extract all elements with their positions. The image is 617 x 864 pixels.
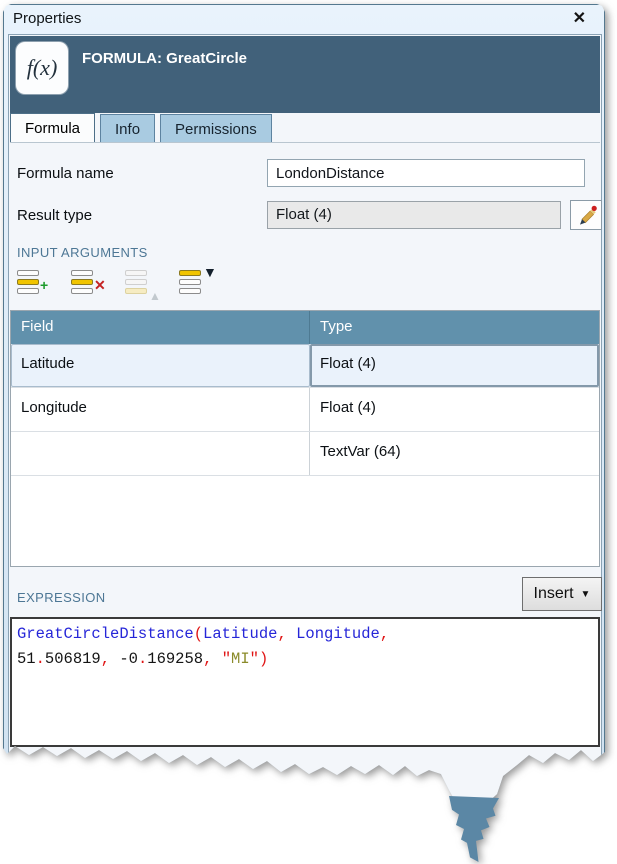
- code-token: 51: [17, 650, 36, 668]
- result-type-value: Float (4): [267, 201, 561, 229]
- field-cell[interactable]: Longitude: [11, 388, 310, 431]
- close-icon[interactable]: ✕: [573, 9, 586, 29]
- formula-name-row: Formula name: [17, 159, 595, 189]
- formula-header-title: FORMULA: GreatCircle: [82, 50, 247, 67]
- code-token: ": [250, 650, 259, 668]
- code-token: .: [138, 650, 147, 668]
- screenshot-canvas: Properties ✕ f(x) FORMULA: GreatCircle F…: [0, 0, 617, 864]
- fx-icon: f(x): [16, 42, 68, 94]
- argument-menu-icon[interactable]: ▼: [179, 267, 217, 305]
- type-cell[interactable]: Float (4): [310, 388, 599, 431]
- tab-permissions[interactable]: Permissions: [160, 114, 272, 143]
- torn-drip-shape: [449, 796, 499, 862]
- field-cell[interactable]: [11, 432, 310, 475]
- argument-toolbar: + ✕ ▲ ▼: [17, 267, 217, 307]
- content-panel: f(x) FORMULA: GreatCircle FormulaInfoPer…: [8, 34, 602, 813]
- code-token: ): [259, 650, 268, 668]
- expression-label: EXPRESSION: [17, 590, 106, 605]
- tab-underline: [10, 142, 600, 143]
- tab-info[interactable]: Info: [100, 114, 155, 143]
- code-token: 506819: [45, 650, 101, 668]
- arguments-table: Field Type LatitudeFloat (4)LongitudeFlo…: [10, 310, 600, 567]
- code-token: ": [222, 650, 231, 668]
- input-arguments-label: INPUT ARGUMENTS: [17, 245, 148, 260]
- add-argument-icon[interactable]: +: [17, 267, 55, 305]
- arguments-table-header: Field Type: [11, 311, 599, 344]
- formula-header-band: f(x) FORMULA: GreatCircle: [10, 36, 600, 113]
- move-up-icon: ▲: [125, 267, 163, 305]
- code-token: [212, 650, 221, 668]
- table-row[interactable]: TextVar (64): [11, 432, 599, 476]
- column-header-field[interactable]: Field: [11, 311, 310, 344]
- code-token: GreatCircleDistance: [17, 625, 194, 643]
- code-token: MI: [231, 650, 250, 668]
- insert-button[interactable]: Insert ▼: [522, 577, 602, 611]
- expression-header: EXPRESSION Insert ▼: [17, 575, 595, 611]
- insert-button-label: Insert: [534, 585, 574, 603]
- code-token: -0: [110, 650, 138, 668]
- code-token: ,: [203, 650, 212, 668]
- code-token: .: [36, 650, 45, 668]
- delete-argument-icon[interactable]: ✕: [71, 267, 109, 305]
- torn-edge-partial-text: ERRORS AND MESSAGES: [28, 769, 211, 788]
- result-type-row: Result type Float (4): [17, 201, 595, 231]
- type-cell[interactable]: Float (4): [310, 344, 599, 387]
- expression-editor[interactable]: GreatCircleDistance(Latitude, Longitude,…: [10, 617, 600, 747]
- code-token: (: [194, 625, 203, 643]
- code-token: 169258: [147, 650, 203, 668]
- tab-bar: FormulaInfoPermissions: [10, 113, 277, 143]
- properties-window: Properties ✕ f(x) FORMULA: GreatCircle F…: [3, 4, 605, 816]
- formula-name-label: Formula name: [17, 165, 114, 182]
- code-token: ,: [277, 625, 286, 643]
- table-row[interactable]: LatitudeFloat (4): [11, 344, 599, 388]
- table-row[interactable]: LongitudeFloat (4): [11, 388, 599, 432]
- code-token: ,: [380, 625, 389, 643]
- field-cell[interactable]: Latitude: [11, 344, 310, 387]
- formula-name-input[interactable]: [267, 159, 585, 187]
- tab-formula[interactable]: Formula: [10, 113, 95, 143]
- chevron-down-icon: ▼: [581, 589, 591, 600]
- titlebar: Properties ✕: [4, 5, 604, 34]
- code-token: ,: [101, 650, 110, 668]
- edit-result-type-button[interactable]: [570, 200, 602, 230]
- code-token: [287, 625, 296, 643]
- code-token: Latitude: [203, 625, 277, 643]
- window-shadow: Properties ✕ f(x) FORMULA: GreatCircle F…: [3, 4, 617, 864]
- type-cell[interactable]: TextVar (64): [310, 432, 599, 475]
- result-type-label: Result type: [17, 207, 92, 224]
- window-title: Properties: [13, 10, 81, 27]
- column-header-type[interactable]: Type: [310, 311, 599, 344]
- pencil-icon: [574, 203, 598, 227]
- code-token: Longitude: [296, 625, 380, 643]
